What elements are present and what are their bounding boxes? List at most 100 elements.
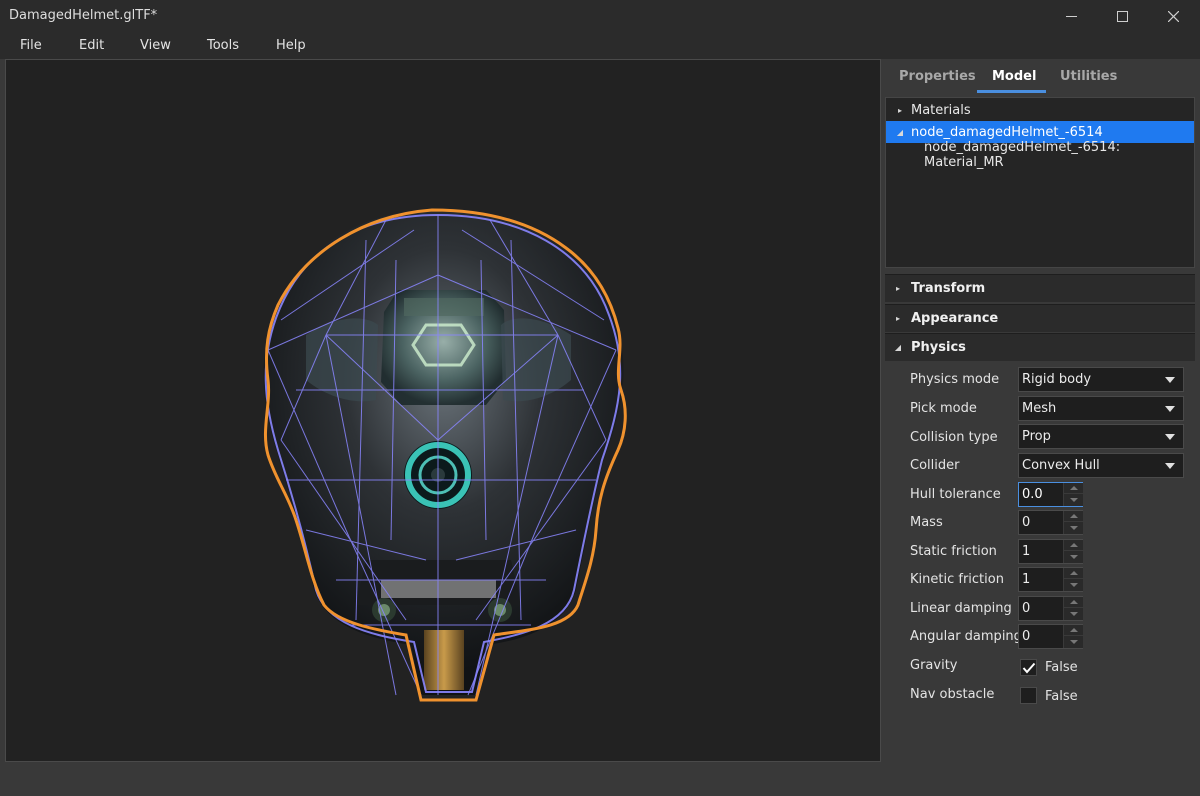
- tab-model[interactable]: Model: [992, 69, 1036, 84]
- hull-tolerance-field[interactable]: [1018, 482, 1084, 507]
- menu-view[interactable]: View: [140, 38, 171, 53]
- kinetic-friction-input[interactable]: [1019, 568, 1063, 591]
- nav-obstacle-label: Nav obstacle: [910, 687, 995, 702]
- minimize-button[interactable]: [1048, 0, 1094, 33]
- gravity-checkbox[interactable]: [1020, 659, 1037, 676]
- arrow-up-icon: [1070, 514, 1078, 518]
- expand-arrow-icon: ▸: [895, 314, 900, 323]
- spinner: [1063, 540, 1084, 563]
- close-button[interactable]: [1150, 0, 1196, 33]
- tree-item-materials[interactable]: ▸ Materials: [886, 99, 1194, 121]
- select-value: Prop: [1022, 429, 1051, 444]
- tab-utilities[interactable]: Utilities: [1060, 69, 1117, 84]
- menu-tools[interactable]: Tools: [207, 38, 239, 53]
- collider-select[interactable]: Convex Hull: [1018, 453, 1184, 478]
- spin-up-button[interactable]: [1064, 483, 1084, 494]
- arrow-down-icon: [1070, 554, 1078, 559]
- arrow-up-icon: [1070, 600, 1078, 604]
- hull-tolerance-label: Hull tolerance: [910, 487, 1001, 502]
- spinner: [1063, 511, 1084, 534]
- close-icon: [1167, 11, 1179, 22]
- angular-damping-input[interactable]: [1019, 625, 1063, 648]
- minimize-icon: [1065, 11, 1077, 22]
- arrow-up-icon: [1070, 543, 1078, 547]
- tab-properties[interactable]: Properties: [899, 69, 976, 84]
- collision-type-select[interactable]: Prop: [1018, 424, 1184, 449]
- expand-arrow-icon[interactable]: ▸: [895, 105, 905, 115]
- menu-file[interactable]: File: [20, 38, 42, 53]
- right-panel: Properties Model Utilities ▸ Materials ◢…: [884, 59, 1200, 796]
- section-label: Transform: [911, 281, 986, 296]
- nav-obstacle-checkbox[interactable]: [1020, 687, 1037, 704]
- menu-help[interactable]: Help: [276, 38, 306, 53]
- 3d-viewport[interactable]: [5, 59, 881, 762]
- spin-up-button[interactable]: [1064, 597, 1084, 608]
- section-label: Physics: [911, 340, 966, 355]
- collapse-arrow-icon[interactable]: ◢: [895, 127, 905, 137]
- chevron-down-icon: [1165, 406, 1175, 412]
- static-friction-field[interactable]: [1018, 539, 1084, 564]
- static-friction-label: Static friction: [910, 544, 997, 559]
- section-physics[interactable]: ◢ Physics: [885, 333, 1195, 361]
- spinner: [1063, 597, 1084, 620]
- spin-down-button[interactable]: [1064, 522, 1084, 533]
- spin-down-button[interactable]: [1064, 579, 1084, 590]
- section-transform[interactable]: ▸ Transform: [885, 274, 1195, 302]
- mass-input[interactable]: [1019, 511, 1063, 534]
- kinetic-friction-label: Kinetic friction: [910, 572, 1004, 587]
- mass-field[interactable]: [1018, 510, 1084, 535]
- arrow-down-icon: [1070, 525, 1078, 530]
- static-friction-input[interactable]: [1019, 540, 1063, 563]
- collision-type-label: Collision type: [910, 430, 998, 445]
- tree-item-label: Materials: [911, 102, 971, 118]
- nav-obstacle-value: False: [1045, 689, 1078, 704]
- maximize-icon: [1116, 11, 1128, 22]
- tree-item-label: node_damagedHelmet_-6514: [911, 124, 1103, 140]
- physics-mode-select[interactable]: Rigid body: [1018, 367, 1184, 392]
- linear-damping-field[interactable]: [1018, 596, 1084, 621]
- spin-down-button[interactable]: [1064, 551, 1084, 562]
- model-tree: ▸ Materials ◢ node_damagedHelmet_-6514 n…: [885, 97, 1195, 268]
- pick-mode-label: Pick mode: [910, 401, 977, 416]
- spin-down-button[interactable]: [1064, 636, 1084, 647]
- collapse-arrow-icon: ◢: [894, 343, 902, 352]
- arrow-down-icon: [1070, 497, 1078, 502]
- arrow-up-icon: [1070, 571, 1078, 575]
- spin-down-button[interactable]: [1064, 608, 1084, 619]
- status-bar: [0, 763, 884, 796]
- hull-tolerance-input[interactable]: [1019, 483, 1063, 506]
- gravity-label: Gravity: [910, 658, 958, 673]
- pick-mode-select[interactable]: Mesh: [1018, 396, 1184, 421]
- select-value: Convex Hull: [1022, 458, 1100, 473]
- helmet-model: [263, 208, 627, 702]
- window-title: DamagedHelmet.glTF*: [9, 8, 158, 23]
- arrow-down-icon: [1070, 639, 1078, 644]
- spin-up-button[interactable]: [1064, 511, 1084, 522]
- menu-edit[interactable]: Edit: [79, 38, 104, 53]
- section-appearance[interactable]: ▸ Appearance: [885, 304, 1195, 332]
- active-tab-indicator: [977, 90, 1046, 93]
- chevron-down-icon: [1165, 463, 1175, 469]
- angular-damping-field[interactable]: [1018, 624, 1084, 649]
- collider-label: Collider: [910, 458, 960, 473]
- spin-up-button[interactable]: [1064, 625, 1084, 636]
- mass-label: Mass: [910, 515, 943, 530]
- tree-item-label: node_damagedHelmet_-6514: Material_MR: [924, 140, 1121, 170]
- spinner: [1063, 483, 1084, 506]
- chevron-down-icon: [1165, 377, 1175, 383]
- menu-bar: File Edit View Tools Help: [0, 33, 1200, 59]
- select-value: Rigid body: [1022, 372, 1092, 387]
- tree-item-material[interactable]: node_damagedHelmet_-6514: Material_MR: [886, 140, 1194, 170]
- linear-damping-label: Linear damping: [910, 601, 1012, 616]
- spinner: [1063, 568, 1084, 591]
- select-value: Mesh: [1022, 401, 1057, 416]
- spin-down-button[interactable]: [1064, 494, 1084, 505]
- maximize-button[interactable]: [1099, 0, 1145, 33]
- kinetic-friction-field[interactable]: [1018, 567, 1084, 592]
- spin-up-button[interactable]: [1064, 568, 1084, 579]
- spin-up-button[interactable]: [1064, 540, 1084, 551]
- linear-damping-input[interactable]: [1019, 597, 1063, 620]
- chevron-down-icon: [1165, 434, 1175, 440]
- arrow-up-icon: [1070, 486, 1078, 490]
- spinner: [1063, 625, 1084, 648]
